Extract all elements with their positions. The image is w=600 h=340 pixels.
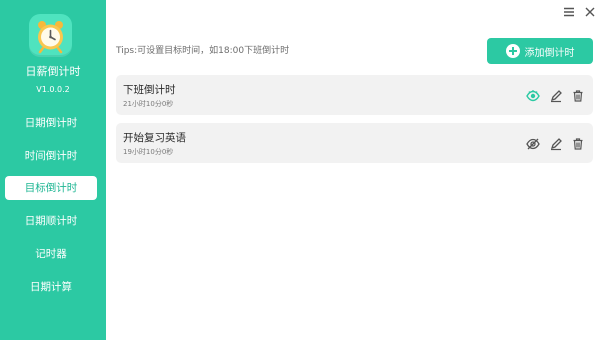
nav-item-date-countdown[interactable]: 日期倒计时 [5, 111, 97, 135]
tips-text: Tips:可设置目标时间，如18:00下班倒计时 [116, 46, 290, 56]
app-version: V1.0.0.2 [36, 85, 70, 94]
countdown-title: 开始复习英语 [123, 132, 186, 144]
sidebar: 日薪倒计时 V1.0.0.2 日期倒计时 时间倒计时 目标倒计时 日期顺计时 记… [0, 0, 106, 340]
nav-item-date-countup[interactable]: 日期顺计时 [5, 209, 97, 233]
nav-item-date-calc[interactable]: 日期计算 [5, 275, 97, 299]
nav-item-time-countdown[interactable]: 时间倒计时 [5, 144, 97, 168]
eye-off-icon[interactable] [526, 136, 540, 150]
countdown-item[interactable]: 下班倒计时 21小时10分0秒 [116, 75, 593, 115]
nav-item-timer[interactable]: 记时器 [5, 242, 97, 266]
app-name: 日薪倒计时 [25, 65, 81, 78]
nav-item-target-countdown[interactable]: 目标倒计时 [5, 176, 97, 200]
countdown-remaining: 19小时10分0秒 [123, 148, 174, 156]
trash-icon[interactable] [571, 136, 585, 150]
app-logo [29, 14, 72, 57]
add-countdown-button[interactable]: 添加倒计时 [487, 38, 593, 64]
plus-icon [505, 44, 520, 58]
trash-icon[interactable] [571, 88, 585, 102]
alarm-clock-icon [38, 21, 63, 54]
countdown-title: 下班倒计时 [123, 84, 176, 96]
close-icon[interactable] [583, 4, 597, 18]
eye-icon[interactable] [526, 88, 540, 102]
pencil-icon[interactable] [549, 136, 563, 151]
menu-icon[interactable] [562, 4, 576, 18]
countdown-remaining: 21小时10分0秒 [123, 100, 174, 108]
add-countdown-label: 添加倒计时 [524, 47, 575, 59]
pencil-icon[interactable] [549, 88, 563, 103]
countdown-item[interactable]: 开始复习英语 19小时10分0秒 [116, 123, 593, 163]
